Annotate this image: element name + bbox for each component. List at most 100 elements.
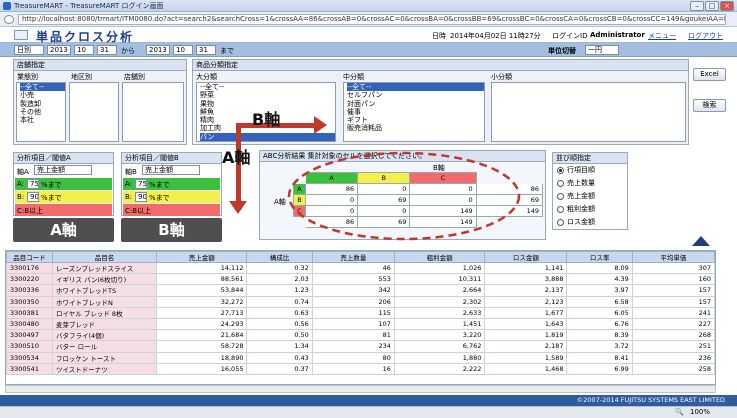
sort-option-4[interactable]: ロス金額 <box>557 217 595 227</box>
value-cell: 258 <box>631 362 715 375</box>
close-window-button[interactable]: × <box>720 1 734 11</box>
b-axis-callout: B軸 <box>121 218 222 242</box>
store-col3-label: 店舗別 <box>124 73 145 81</box>
horizontal-scrollbar[interactable] <box>5 385 716 393</box>
list-item[interactable]: パン <box>200 132 335 141</box>
value-cell: 160 <box>631 273 715 286</box>
value-cell: 1,589 <box>484 351 568 364</box>
value-cell: 80 <box>311 351 395 364</box>
axis-b-threshold-a-input[interactable]: 75 <box>135 179 147 189</box>
value-cell: 2.03 <box>246 273 313 286</box>
period-type-select[interactable]: 日別 <box>14 45 44 55</box>
medium-category-list[interactable]: --全て-- セルフパン 対面パン 催事 ギフト 販売消耗品 <box>343 82 485 142</box>
axis-b-row-b-suffix: %まで <box>149 194 170 202</box>
unit-select[interactable]: 一円 <box>585 45 619 55</box>
col-header[interactable]: ロス率 <box>566 251 633 263</box>
value-cell: 21,684 <box>155 329 248 342</box>
table-row[interactable]: 3300510 バター ロール 58,728 1.34 234 6,762 2,187 3.7… <box>6 340 715 353</box>
value-cell: 32,272 <box>155 295 248 308</box>
axis-a-metric-select[interactable]: 売上金額 <box>34 165 92 175</box>
col-header[interactable]: 粗利金額 <box>393 251 486 263</box>
table-row[interactable]: 3300497 バタフライ(4個) 21,684 0.50 81 3,220 1,819 8.… <box>6 329 715 342</box>
axis-b-metric-select[interactable]: 売上金額 <box>142 165 200 175</box>
axis-a-panel: 分析項目／閾値A 軸A 売上金額 A: 75 %まで B: 90 %まで C:B… <box>13 152 114 216</box>
search-button[interactable]: 検索 <box>693 99 726 112</box>
logout-link[interactable]: ログアウト <box>688 31 723 41</box>
value-cell: 2,222 <box>393 362 486 375</box>
sort-option-2[interactable]: 売上金額 <box>557 191 595 201</box>
col-header[interactable]: 構成比 <box>246 251 313 263</box>
url-field[interactable]: http://localhost:8080/trmart/ITM0080.do?… <box>18 14 726 25</box>
sort-option-0[interactable]: 行項目順 <box>557 165 595 175</box>
minimize-button[interactable]: – <box>690 1 704 11</box>
list-item[interactable]: 本社 <box>20 116 65 124</box>
value-cell: 8.41 <box>566 351 633 364</box>
col-header[interactable]: 売上数量 <box>311 251 395 263</box>
list-item[interactable]: 野菜 <box>200 91 335 99</box>
axis-b-row-a: A: 75 %まで <box>123 178 220 190</box>
from-month-select[interactable]: 10 <box>74 45 94 55</box>
list-item[interactable]: 対面パン <box>347 100 484 108</box>
axis-b-threshold-b-input[interactable]: 90 <box>135 192 147 202</box>
radio-icon <box>557 166 564 174</box>
to-month-select[interactable]: 10 <box>173 45 193 55</box>
sort-option-3[interactable]: 粗利金額 <box>557 204 595 214</box>
excel-button[interactable]: Excel <box>693 68 726 81</box>
list-item[interactable]: 製造卸 <box>20 100 65 108</box>
table-row[interactable]: 3300176 レーズンブレッドスライス 14,112 0.32 46 1,026 1,14… <box>6 261 715 275</box>
table-row[interactable]: 3300381 ロイヤル ブレッド 8枚 27,713 0.63 115 2,633 1,6… <box>6 306 715 319</box>
axis-a-threshold-a-input[interactable]: 75 <box>27 179 39 189</box>
menu-link[interactable]: メニュー <box>648 31 676 41</box>
value-cell: 342 <box>311 284 395 297</box>
value-cell: 1,468 <box>484 362 568 375</box>
store-list[interactable] <box>122 82 184 142</box>
list-item[interactable]: --全て-- <box>200 83 335 91</box>
table-row[interactable]: 3300480 麦芽ブレッド 24,293 0.56 107 1,451 1,643 6.76… <box>6 317 715 331</box>
list-item[interactable]: その他 <box>20 108 65 116</box>
list-item[interactable]: --全て-- <box>347 83 484 92</box>
table-row[interactable]: 3300541 ツイストドーナツ 16,055 0.37 16 2,222 1,468 6.9… <box>6 362 715 375</box>
col-header[interactable]: 売上金額 <box>155 251 248 263</box>
sort-option-1[interactable]: 売上数量 <box>557 178 595 188</box>
axis-b-label: 軸B <box>125 168 137 176</box>
from-day-select[interactable]: 31 <box>97 45 117 55</box>
date-value: 2014年04月02日 11時27分 <box>450 32 541 40</box>
col-header[interactable]: 平均単価 <box>631 251 715 263</box>
col-header[interactable]: ロス金額 <box>484 251 568 263</box>
maximize-button[interactable]: □ <box>705 1 719 11</box>
scroll-top-icon[interactable] <box>692 236 710 246</box>
to-label: まで <box>220 47 234 55</box>
small-category-list[interactable] <box>491 82 686 142</box>
sort-heading: 並び順指定 <box>553 153 627 164</box>
table-row[interactable]: 3300534 フロッケン トースト 18,890 0.43 80 1,880 1,589 8… <box>6 351 715 364</box>
value-cell: 1,451 <box>393 317 486 331</box>
axis-b-heading: 分析項目／閾値B <box>122 153 221 164</box>
table-row[interactable]: 3300350 ホワイトブレッドN 32,272 0.74 206 2,302 2,123 6… <box>6 295 715 308</box>
list-item[interactable]: 催事 <box>347 108 484 116</box>
value-cell: 58,728 <box>155 340 248 353</box>
store-type-list[interactable]: --全て-- 小売 製造卸 その他 本社 <box>16 82 66 142</box>
axis-a-threshold-b-input[interactable]: 90 <box>27 192 39 202</box>
district-list[interactable] <box>69 82 119 142</box>
table-row[interactable]: 3300220 イギリス パン(6枚切り) 88,561 2.03 553 10,311 3… <box>6 273 715 286</box>
to-day-select[interactable]: 31 <box>196 45 216 55</box>
axis-a-row-a: A: 75 %まで <box>15 178 112 190</box>
list-item[interactable]: 小売 <box>20 91 65 99</box>
table-row[interactable]: 3300336 ホワイトブレッドTS 53,844 1.23 342 2,664 2,137… <box>6 284 715 297</box>
list-item[interactable]: セルフパン <box>347 91 484 99</box>
value-cell: 236 <box>631 351 715 364</box>
matrix-a-header: A軸 <box>274 198 286 206</box>
to-year-select[interactable]: 2013 <box>146 45 170 55</box>
category-small-label: 小分類 <box>491 73 512 81</box>
value-cell: 2,302 <box>393 295 486 308</box>
value-cell: 88,561 <box>155 273 248 286</box>
list-item[interactable]: 販売消耗品 <box>347 124 484 132</box>
sort-panel: 並び順指定 行項目順 売上数量 売上金額 粗利金額 ロス金額 <box>552 152 628 230</box>
col-header[interactable]: 品目コード <box>6 251 53 263</box>
value-cell: 0.37 <box>246 362 313 375</box>
zoom-level[interactable]: 100% <box>690 407 710 418</box>
value-cell: 2,633 <box>393 306 486 319</box>
item-name-cell: バター ロール <box>52 340 157 353</box>
col-header[interactable]: 品目名 <box>52 251 157 263</box>
from-year-select[interactable]: 2013 <box>47 45 71 55</box>
